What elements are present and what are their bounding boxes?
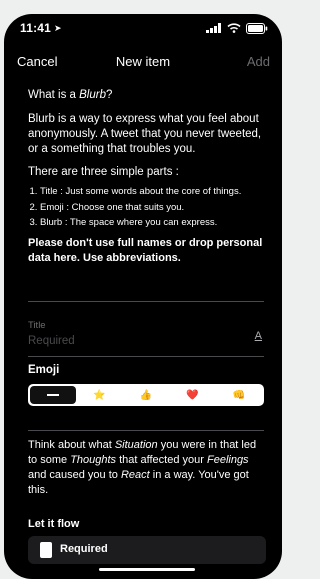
home-indicator[interactable] xyxy=(99,568,195,571)
fist-icon: 👊 xyxy=(232,389,246,401)
status-time: 11:41 xyxy=(20,21,52,35)
navigation-bar: Cancel New item Add xyxy=(4,52,282,74)
emoji-option-none[interactable] xyxy=(30,386,77,404)
list-item: Blurb : The space where you can express. xyxy=(40,217,264,230)
thumbs-up-icon: 👍 xyxy=(139,389,153,401)
parts-intro: There are three simple parts : xyxy=(28,166,179,178)
nav-title: New item xyxy=(115,54,171,69)
battery-icon xyxy=(246,22,268,34)
add-button[interactable]: Add xyxy=(247,54,270,69)
blurb-placeholder: Required xyxy=(60,543,108,555)
title-label: Title xyxy=(28,320,46,331)
emoji-selector[interactable]: ⭐ 👍 ❤️ 👊 xyxy=(28,384,264,406)
divider xyxy=(28,430,264,431)
let-it-flow-label: Let it flow xyxy=(28,518,80,530)
emoji-option-star[interactable]: ⭐ xyxy=(76,386,122,404)
parts-list: Title : Just some words about the core o… xyxy=(28,186,264,230)
title-field[interactable]: Title Required A xyxy=(28,320,264,348)
blurb-input[interactable]: Required xyxy=(28,536,266,564)
emoji-option-heart[interactable]: ❤️ xyxy=(169,386,215,404)
dash-icon xyxy=(47,394,60,396)
intro-description: Blurb is a way to express what you feel … xyxy=(28,113,262,155)
title-input[interactable]: Required xyxy=(28,335,264,347)
document-icon xyxy=(40,542,52,558)
emoji-option-thumbs-up[interactable]: 👍 xyxy=(123,386,169,404)
divider xyxy=(28,356,264,357)
text-format-icon[interactable]: A xyxy=(255,330,262,342)
reflection-prompt: Think about what Situation you were in t… xyxy=(28,439,257,496)
list-item: Emoji : Choose one that suits you. xyxy=(40,202,264,215)
intro-question: What is a Blurb? xyxy=(28,89,113,101)
emoji-label: Emoji xyxy=(28,364,60,376)
status-bar: 11:41 ➤ xyxy=(20,20,268,36)
form-content: What is a Blurb? Blurb is a way to expre… xyxy=(28,84,264,266)
wifi-icon xyxy=(227,23,241,33)
star-icon: ⭐ xyxy=(93,389,106,401)
list-item: Title : Just some words about the core o… xyxy=(40,186,264,199)
blurb-term: Blurb xyxy=(79,89,106,101)
location-arrow-icon: ➤ xyxy=(54,22,62,33)
phone-screen: 11:41 ➤ Cancel New item Add What is a Bl… xyxy=(4,14,282,579)
signal-icon xyxy=(206,23,221,33)
privacy-warning: Please don't use full names or drop pers… xyxy=(28,236,263,264)
heart-icon: ❤️ xyxy=(186,389,199,401)
emoji-option-fist[interactable]: 👊 xyxy=(216,386,262,404)
divider xyxy=(28,301,264,302)
